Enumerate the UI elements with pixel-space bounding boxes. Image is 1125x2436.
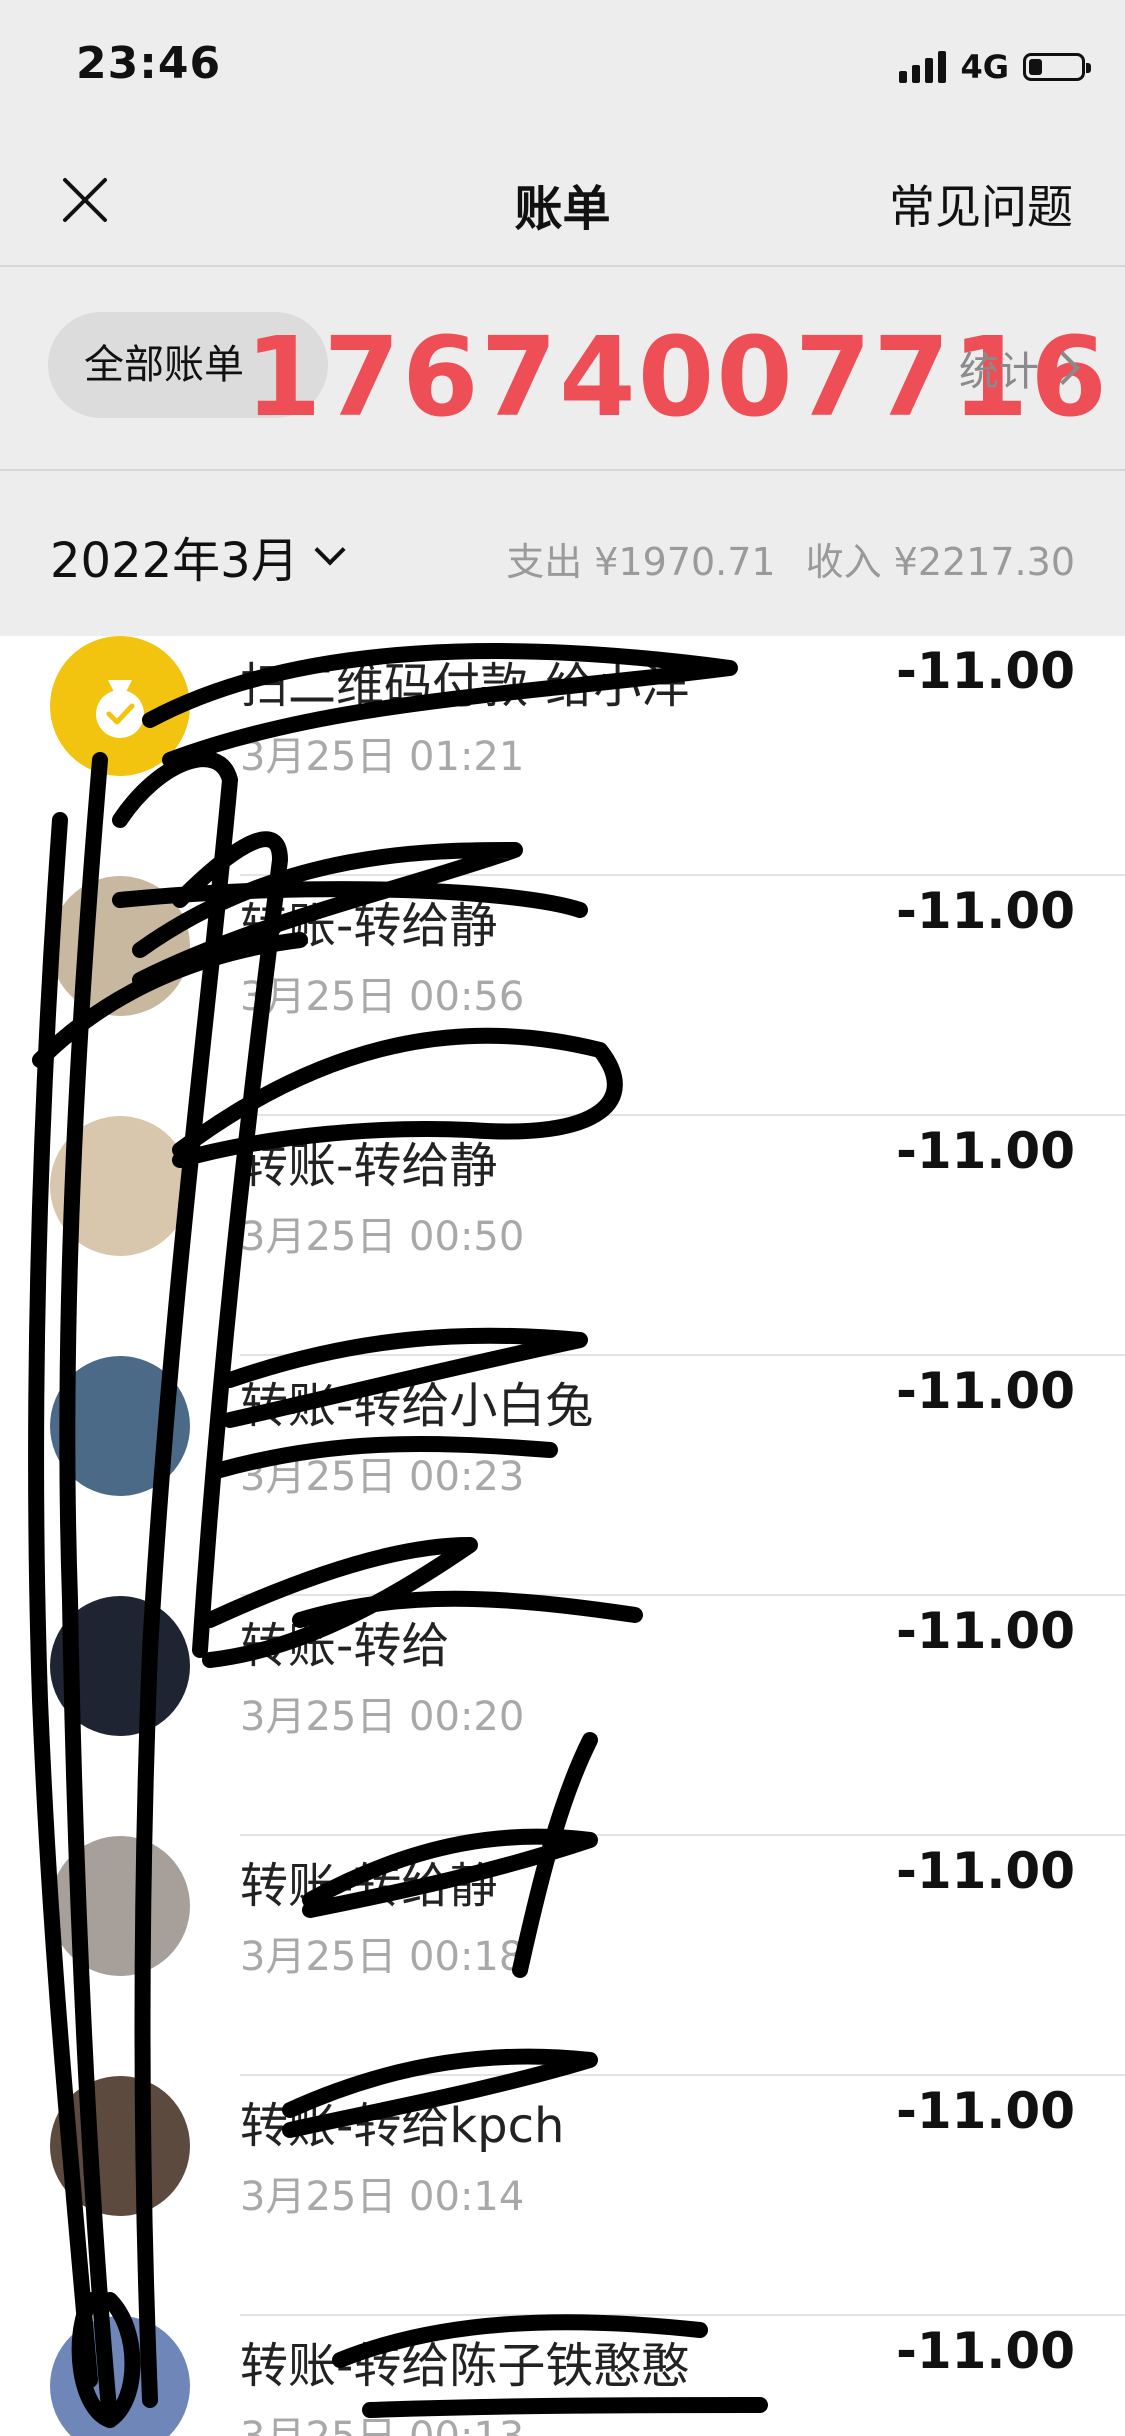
- payee-avatar: [50, 636, 190, 776]
- close-button[interactable]: [50, 165, 120, 235]
- close-icon: [63, 178, 107, 222]
- payee-avatar: [50, 1836, 190, 1976]
- transaction-title: 转账-转给静: [240, 1138, 498, 1194]
- transaction-time: 3月25日 00:23: [240, 1454, 525, 1500]
- transaction-amount: -11.00: [896, 1362, 1075, 1420]
- transaction-time: 3月25日 00:50: [240, 1214, 525, 1260]
- transaction-row[interactable]: 转账-转给陈子铁憨憨 3月25日 00:13 -11.00: [0, 2316, 1125, 2436]
- expense-total: 支出 ¥1970.71: [506, 540, 776, 584]
- chevron-down-icon: [314, 534, 346, 566]
- status-bar: 23:46 4G: [0, 0, 1125, 135]
- transaction-title: 转账-转给kpch: [240, 2098, 565, 2154]
- transaction-title: 转账-转给: [240, 1618, 450, 1674]
- transaction-row[interactable]: 转账-转给 3月25日 00:20 -11.00: [0, 1596, 1125, 1836]
- month-label: 2022年3月: [50, 533, 299, 589]
- stats-link[interactable]: 统计: [959, 339, 1080, 397]
- transaction-row[interactable]: 转账-转给小白兔 3月25日 00:23 -11.00: [0, 1356, 1125, 1596]
- transaction-row[interactable]: 转账-转给静 3月25日 00:56 -11.00: [0, 876, 1125, 1116]
- payee-avatar: [50, 1356, 190, 1496]
- battery-level: [1029, 59, 1042, 75]
- transaction-time: 3月25日 00:56: [240, 974, 525, 1020]
- transaction-time: 3月25日 00:20: [240, 1694, 525, 1740]
- transaction-amount: -11.00: [896, 1122, 1075, 1180]
- transaction-title: 转账-转给静: [240, 1858, 498, 1914]
- transaction-title: 扫二维码付款-给小洋: [240, 658, 690, 714]
- faq-link[interactable]: 常见问题: [889, 171, 1073, 237]
- transaction-time: 3月25日 00:13: [240, 2404, 524, 2436]
- transaction-title: 转账-转给陈子铁憨憨: [240, 2338, 690, 2394]
- transaction-amount: -11.00: [896, 882, 1075, 940]
- transaction-amount: -11.00: [896, 2322, 1075, 2380]
- income-total: 收入 ¥2217.30: [805, 540, 1075, 584]
- filter-bar: 全部账单 17674007716 统计: [0, 267, 1125, 471]
- nav-bar: 账单 常见问题: [0, 135, 1125, 267]
- network-label: 4G: [960, 48, 1009, 86]
- transaction-row[interactable]: 转账-转给kpch 3月25日 00:14 -11.00: [0, 2076, 1125, 2316]
- transaction-time: 3月25日 01:21: [240, 734, 525, 780]
- transaction-amount: -11.00: [896, 1842, 1075, 1900]
- chevron-right-icon: [1046, 351, 1080, 385]
- battery-icon: [1023, 53, 1091, 81]
- transaction-title: 转账-转给静: [240, 898, 498, 954]
- month-bar: 2022年3月 支出 ¥1970.71 收入 ¥2217.30: [0, 471, 1125, 636]
- transaction-time: 3月25日 00:14: [240, 2174, 525, 2220]
- transaction-list: 扫二维码付款-给小洋 3月25日 01:21 -11.00 转账-转给静 3月2…: [0, 636, 1125, 2436]
- payee-avatar: [50, 2076, 190, 2216]
- month-summary: 支出 ¥1970.71 收入 ¥2217.30: [506, 531, 1075, 586]
- payee-avatar: [50, 1596, 190, 1736]
- transaction-row[interactable]: 转账-转给静 3月25日 00:18 -11.00: [0, 1836, 1125, 2076]
- payee-avatar: [50, 1116, 190, 1256]
- signal-icon: [899, 51, 947, 83]
- status-time: 23:46: [76, 38, 222, 89]
- transaction-amount: -11.00: [896, 1602, 1075, 1660]
- payee-avatar: [50, 876, 190, 1016]
- transaction-amount: -11.00: [896, 642, 1075, 700]
- transaction-time: 3月25日 00:18: [240, 1934, 525, 1980]
- status-indicators: 4G: [899, 48, 1091, 86]
- transaction-title: 转账-转给小白兔: [240, 1378, 594, 1434]
- payee-avatar: [50, 2316, 190, 2436]
- transaction-row[interactable]: 扫二维码付款-给小洋 3月25日 01:21 -11.00: [0, 636, 1125, 876]
- transaction-row[interactable]: 转账-转给静 3月25日 00:50 -11.00: [0, 1116, 1125, 1356]
- money-bag-icon: [96, 680, 144, 738]
- transaction-amount: -11.00: [896, 2082, 1075, 2140]
- month-selector[interactable]: 2022年3月: [50, 521, 346, 591]
- stats-label: 统计: [959, 349, 1039, 395]
